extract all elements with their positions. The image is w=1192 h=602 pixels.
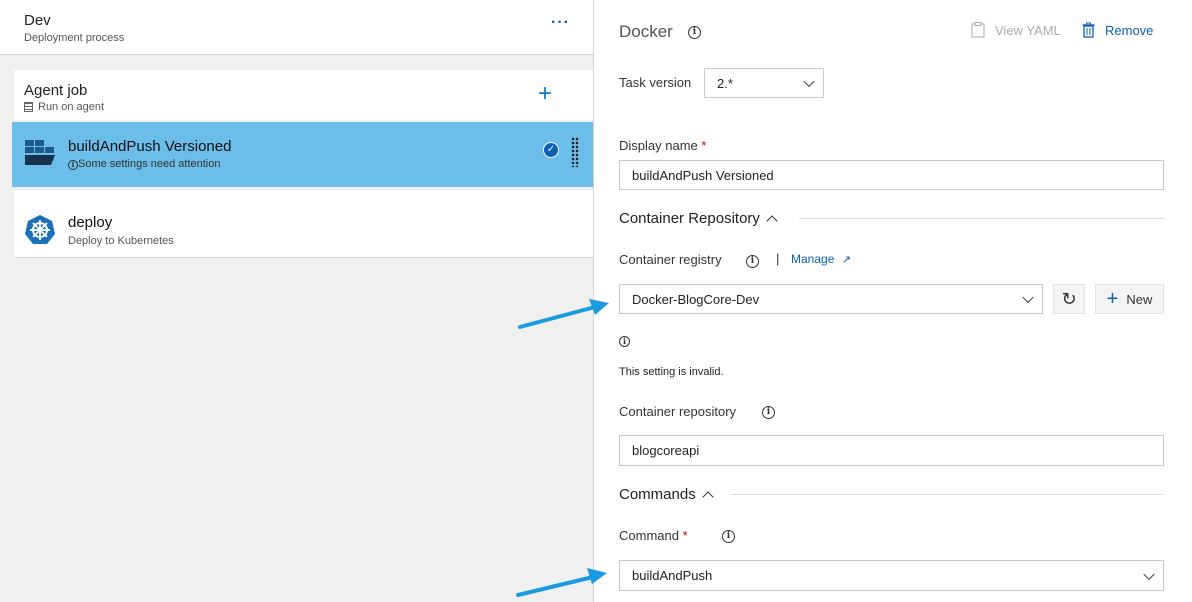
add-task-icon[interactable]: + — [538, 82, 552, 106]
container-repository-label: Container repository — [619, 404, 737, 419]
agent-job-title: Agent job — [24, 82, 88, 99]
task-warning-text: Some settings need attention — [78, 158, 221, 170]
chevron-down-icon — [1022, 291, 1034, 304]
refresh-icon: ↻ — [1061, 288, 1077, 309]
commands-section-toggle[interactable]: Commands — [619, 486, 714, 503]
more-options-icon[interactable]: ··· — [551, 14, 570, 32]
task-item-deploy[interactable]: deploy Deploy to Kubernetes — [14, 190, 593, 258]
chevron-up-icon — [766, 215, 778, 227]
new-connection-button[interactable]: + New — [1095, 284, 1164, 314]
command-value: buildAndPush — [632, 568, 713, 583]
display-name-label: Display name * — [619, 138, 707, 153]
section-divider — [799, 218, 1164, 219]
display-name-input[interactable]: buildAndPush Versioned — [619, 160, 1164, 190]
server-icon — [24, 102, 33, 112]
task-warning: i Some settings need attention — [68, 158, 220, 170]
chevron-down-icon — [1143, 568, 1155, 580]
info-icon[interactable]: i — [722, 530, 735, 543]
task-version-select[interactable]: 2.* — [704, 68, 824, 98]
container-registry-select[interactable]: Docker-BlogCore-Dev — [619, 284, 1043, 314]
info-icon[interactable]: i — [746, 255, 759, 268]
container-repository-section-toggle[interactable]: Container Repository — [619, 210, 778, 227]
task-title: deploy — [68, 214, 113, 231]
error-info-icon: i — [619, 336, 630, 347]
manage-label: Manage — [791, 252, 835, 266]
task-subtitle: Deploy to Kubernetes — [68, 235, 174, 247]
drag-handle-icon[interactable] — [571, 137, 579, 167]
chevron-down-icon — [803, 75, 815, 88]
task-version-label: Task version — [619, 75, 692, 90]
manage-link[interactable]: Manage ↗ — [791, 252, 851, 266]
pipeline-tasks-pane: Dev Deployment process ··· Agent job Run… — [0, 0, 594, 602]
docker-icon — [25, 140, 55, 165]
plus-icon: + — [1106, 288, 1119, 310]
command-label: Command * — [619, 528, 688, 543]
stage-subtitle: Deployment process — [24, 32, 125, 44]
checkmark-icon: ✓ — [543, 142, 559, 158]
task-type-title: Docker — [619, 22, 673, 41]
new-label: New — [1126, 291, 1153, 307]
command-select[interactable]: buildAndPush — [619, 560, 1164, 591]
refresh-button[interactable]: ↻ — [1053, 284, 1085, 314]
separator: | — [776, 251, 780, 266]
section-title: Container Repository — [619, 210, 760, 227]
task-title: buildAndPush Versioned — [68, 138, 232, 155]
info-icon[interactable]: i — [688, 26, 701, 39]
container-registry-value: Docker-BlogCore-Dev — [632, 291, 760, 307]
agent-job-subtitle: Run on agent — [24, 101, 104, 113]
view-yaml-button[interactable]: View YAML — [971, 22, 1061, 38]
chevron-up-icon — [702, 491, 714, 503]
external-link-icon: ↗ — [841, 254, 851, 266]
clipboard-icon — [971, 22, 985, 38]
stage-header: Dev Deployment process ··· — [0, 0, 593, 55]
container-repository-input[interactable]: blogcoreapi — [619, 435, 1164, 466]
trash-icon — [1082, 22, 1095, 38]
task-item-buildandpush[interactable]: buildAndPush Versioned i Some settings ne… — [12, 122, 593, 187]
remove-label: Remove — [1105, 22, 1154, 38]
task-version-value: 2.* — [717, 75, 733, 91]
annotation-arrow-icon — [518, 299, 609, 329]
task-settings-pane: Docker i View YAML Remove Task version 2… — [594, 0, 1192, 602]
view-yaml-label: View YAML — [995, 22, 1061, 38]
annotation-arrow-icon — [516, 568, 607, 597]
container-registry-label: Container registry — [619, 252, 722, 267]
section-title: Commands — [619, 486, 696, 503]
info-icon: i — [68, 160, 78, 170]
stage-title: Dev — [24, 12, 51, 29]
agent-job[interactable]: Agent job Run on agent + — [14, 70, 593, 120]
remove-button[interactable]: Remove — [1082, 22, 1153, 38]
section-divider — [730, 494, 1164, 495]
agent-job-subtitle-text: Run on agent — [38, 101, 105, 113]
kubernetes-icon — [25, 215, 55, 244]
validation-message: This setting is invalid. — [619, 366, 724, 378]
info-icon[interactable]: i — [762, 406, 775, 419]
